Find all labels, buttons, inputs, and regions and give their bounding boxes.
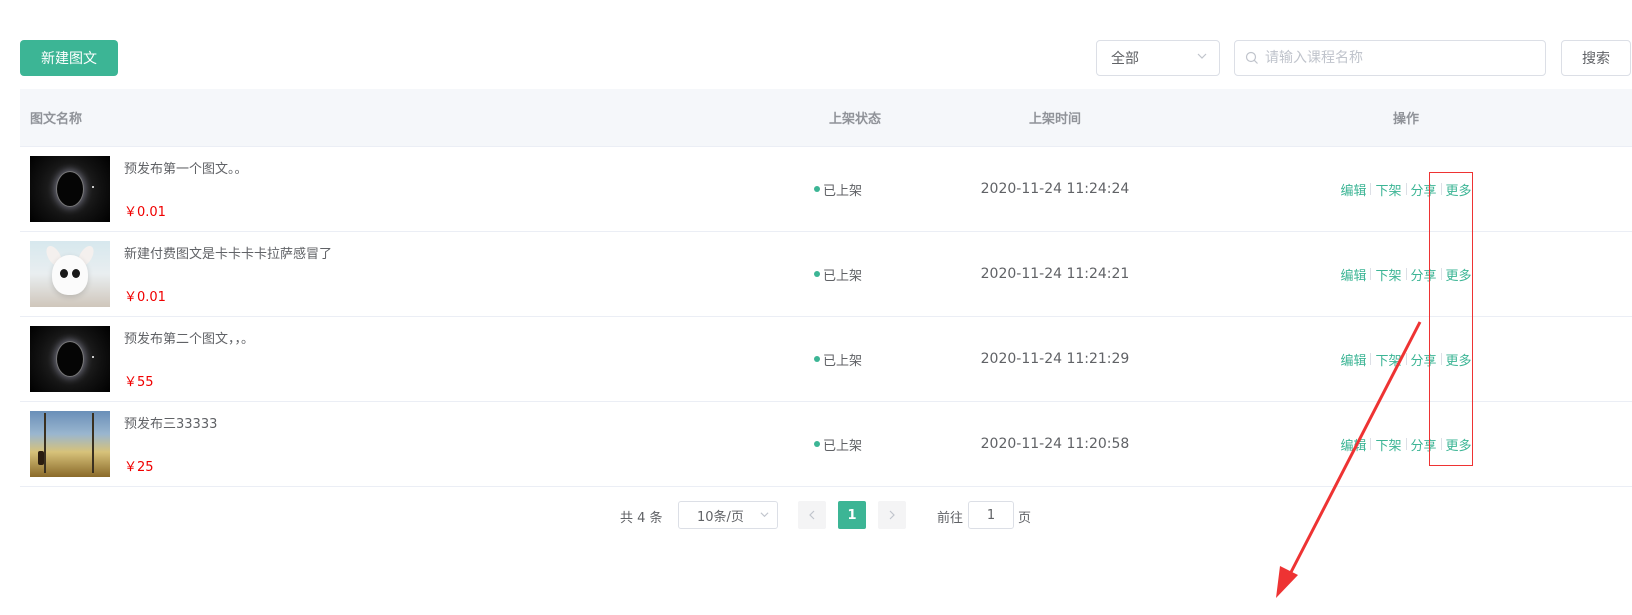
status-text: 已上架 — [822, 183, 862, 199]
prev-page-button[interactable] — [798, 501, 826, 529]
edit-link[interactable]: 编辑 — [1340, 350, 1366, 369]
status-text: 已上架 — [822, 438, 862, 454]
article-thumbnail — [30, 411, 110, 477]
article-price: ￥0.01 — [124, 290, 166, 305]
share-highlight-annotation — [1429, 172, 1473, 466]
unpublish-link[interactable]: 下架 — [1375, 435, 1401, 454]
page-number-button[interactable]: 1 — [838, 501, 866, 529]
article-table: 图文名称 上架状态 上架时间 操作 预发布第一个图文。。 ￥0.01 已上架 2… — [20, 89, 1632, 487]
publish-time: 2020-11-24 11:21:29 — [980, 351, 1130, 367]
status-text: 已上架 — [822, 353, 862, 369]
publish-time: 2020-11-24 11:20:58 — [980, 436, 1130, 452]
page-unit-label: 页 — [1018, 511, 1032, 526]
table-header: 图文名称 上架状态 上架时间 操作 — [20, 89, 1632, 147]
header-time: 上架时间 — [1028, 112, 1081, 127]
publish-time: 2020-11-24 11:24:24 — [980, 181, 1130, 197]
article-thumbnail — [30, 241, 110, 307]
search-icon — [1245, 51, 1258, 64]
header-name: 图文名称 — [30, 112, 83, 127]
chevron-down-icon — [1197, 53, 1207, 59]
edit-link[interactable]: 编辑 — [1340, 180, 1366, 199]
table-row: 新建付费图文是卡卡卡卡拉萨感冒了 ￥0.01 已上架 2020-11-24 11… — [20, 232, 1632, 317]
article-price: ￥0.01 — [124, 205, 166, 220]
article-title: 预发布第二个图文，，。 — [124, 332, 255, 347]
article-price: ￥25 — [124, 460, 154, 475]
chevron-right-icon — [889, 510, 895, 520]
article-thumbnail — [30, 326, 110, 392]
status-dot-icon — [813, 356, 820, 362]
status-dot-icon — [813, 441, 820, 447]
name-cell: 预发布第二个图文，，。 ￥55 — [20, 317, 780, 401]
status-text: 已上架 — [822, 268, 862, 284]
actions-cell: 编辑 下架 分享 更多 — [1180, 265, 1632, 284]
status-dot-icon — [813, 186, 820, 192]
pagination-total: 共 4 条 — [620, 511, 663, 526]
pagination: 共 4 条 10条/页 1 前往 页 — [0, 500, 1632, 530]
status-cell: 已上架 — [780, 350, 930, 369]
table-row: 预发布三33333 ￥25 已上架 2020-11-24 11:20:58 编辑… — [20, 402, 1632, 487]
name-cell: 预发布第一个图文。。 ￥0.01 — [20, 147, 780, 231]
actions-cell: 编辑 下架 分享 更多 — [1180, 350, 1632, 369]
publish-time: 2020-11-24 11:24:21 — [980, 266, 1130, 282]
article-title: 预发布第一个图文。。 — [124, 162, 248, 177]
actions-cell: 编辑 下架 分享 更多 — [1180, 180, 1632, 199]
chevron-left-icon — [809, 510, 815, 520]
unpublish-link[interactable]: 下架 — [1375, 180, 1401, 199]
article-title: 预发布三33333 — [124, 417, 218, 432]
header-ops: 操作 — [1392, 112, 1419, 127]
goto-label: 前往 — [937, 511, 964, 526]
goto-page-input[interactable] — [968, 501, 1014, 529]
status-cell: 已上架 — [780, 265, 930, 284]
new-article-button[interactable]: 新建图文 — [20, 40, 118, 76]
status-cell: 已上架 — [780, 180, 930, 199]
actions-cell: 编辑 下架 分享 更多 — [1180, 435, 1632, 454]
name-cell: 预发布三33333 ￥25 — [20, 402, 780, 486]
article-thumbnail — [30, 156, 110, 222]
search-box[interactable] — [1234, 40, 1546, 76]
chevron-down-icon — [760, 512, 769, 518]
name-cell: 新建付费图文是卡卡卡卡拉萨感冒了 ￥0.01 — [20, 232, 780, 316]
status-filter-value: 全部 — [1111, 51, 1139, 67]
search-input[interactable] — [1259, 43, 1545, 73]
header-status: 上架状态 — [828, 112, 881, 127]
page-size-select[interactable]: 10条/页 — [678, 501, 778, 529]
search-button[interactable]: 搜索 — [1561, 40, 1631, 76]
next-page-button[interactable] — [878, 501, 906, 529]
page-size-value: 10条/页 — [697, 509, 744, 525]
edit-link[interactable]: 编辑 — [1340, 265, 1366, 284]
status-cell: 已上架 — [780, 435, 930, 454]
table-row: 预发布第二个图文，，。 ￥55 已上架 2020-11-24 11:21:29 … — [20, 317, 1632, 402]
status-filter-select[interactable]: 全部 — [1096, 40, 1220, 76]
edit-link[interactable]: 编辑 — [1340, 435, 1366, 454]
unpublish-link[interactable]: 下架 — [1375, 265, 1401, 284]
unpublish-link[interactable]: 下架 — [1375, 350, 1401, 369]
article-title: 新建付费图文是卡卡卡卡拉萨感冒了 — [124, 247, 333, 262]
table-row: 预发布第一个图文。。 ￥0.01 已上架 2020-11-24 11:24:24… — [20, 147, 1632, 232]
article-price: ￥55 — [124, 375, 154, 390]
status-dot-icon — [813, 271, 820, 277]
